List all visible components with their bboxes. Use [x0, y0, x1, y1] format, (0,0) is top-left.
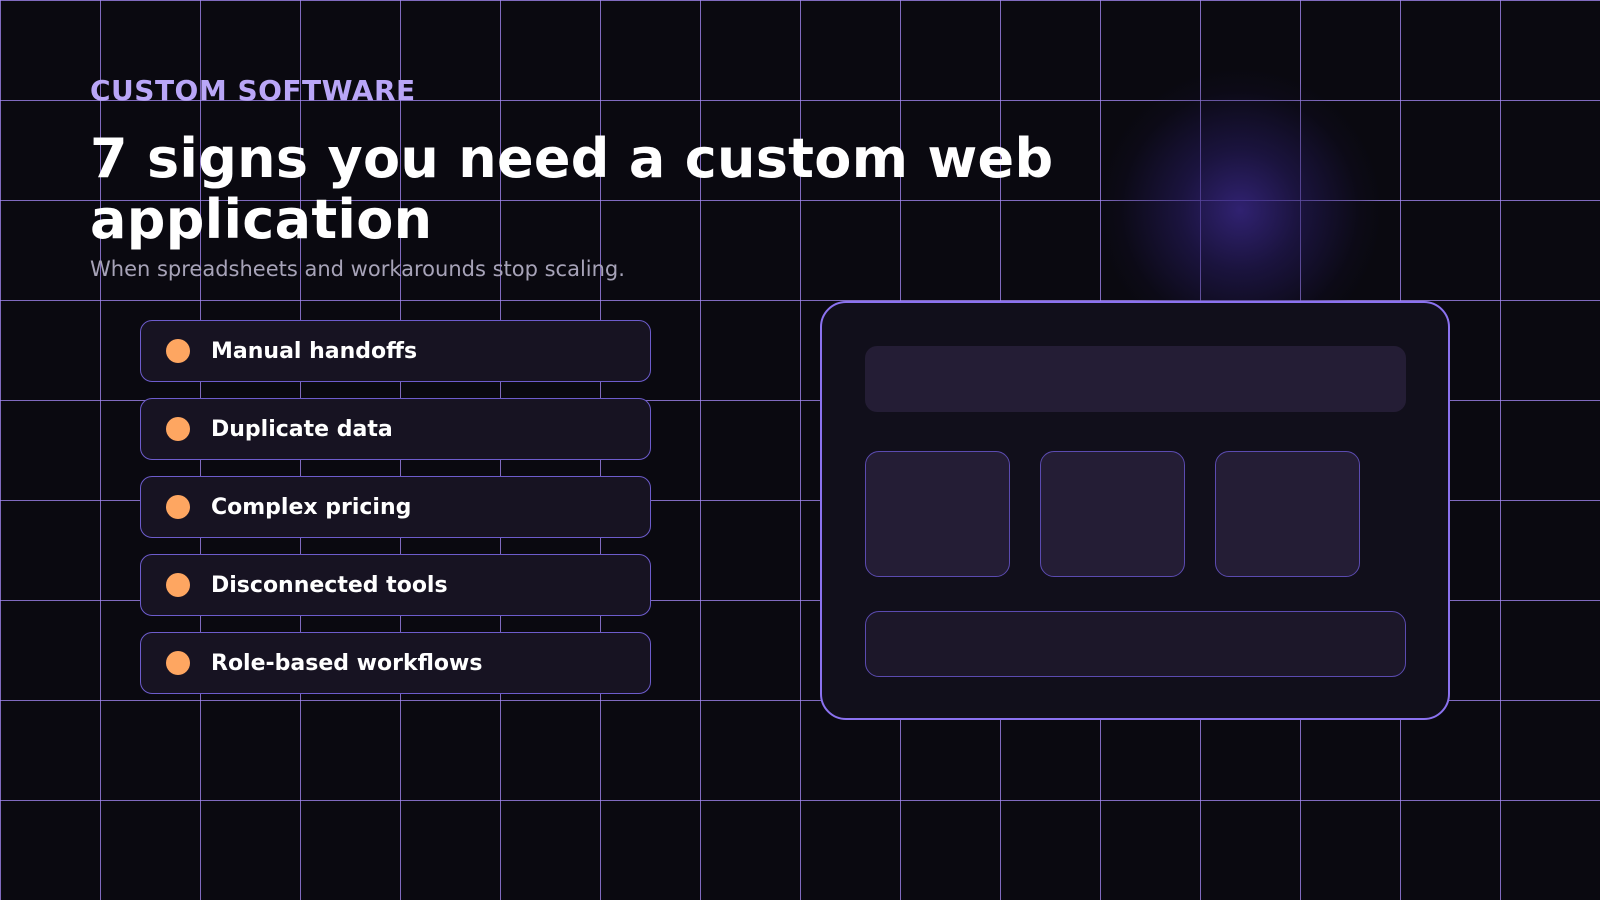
sign-item: Manual handoffs	[140, 320, 651, 382]
mockup-card	[1215, 451, 1360, 577]
orange-dot-icon	[166, 573, 190, 597]
page-title: 7 signs you need a custom web applicatio…	[90, 127, 1054, 251]
sign-item: Role-based workflows	[140, 632, 651, 694]
mockup-card	[865, 451, 1010, 577]
signs-list: Manual handoffs Duplicate data Complex p…	[140, 320, 651, 710]
slide-canvas: CUSTOM SOFTWARE 7 signs you need a custo…	[0, 0, 1600, 900]
orange-dot-icon	[166, 417, 190, 441]
orange-dot-icon	[166, 495, 190, 519]
sign-item-label: Duplicate data	[211, 416, 393, 442]
sign-item-label: Complex pricing	[211, 494, 412, 520]
sign-item-label: Disconnected tools	[211, 572, 448, 598]
sign-item-label: Role-based workflows	[211, 650, 483, 676]
sign-item-label: Manual handoffs	[211, 338, 418, 364]
mockup-footer-bar	[865, 611, 1406, 677]
mockup-header-bar	[865, 346, 1406, 412]
sign-item: Complex pricing	[140, 476, 651, 538]
page-subtitle: When spreadsheets and workarounds stop s…	[90, 257, 625, 281]
eyebrow-label: CUSTOM SOFTWARE	[90, 74, 416, 107]
sign-item: Disconnected tools	[140, 554, 651, 616]
orange-dot-icon	[166, 339, 190, 363]
app-mockup-illustration	[820, 301, 1450, 720]
mockup-card	[1040, 451, 1185, 577]
sign-item: Duplicate data	[140, 398, 651, 460]
orange-dot-icon	[166, 651, 190, 675]
